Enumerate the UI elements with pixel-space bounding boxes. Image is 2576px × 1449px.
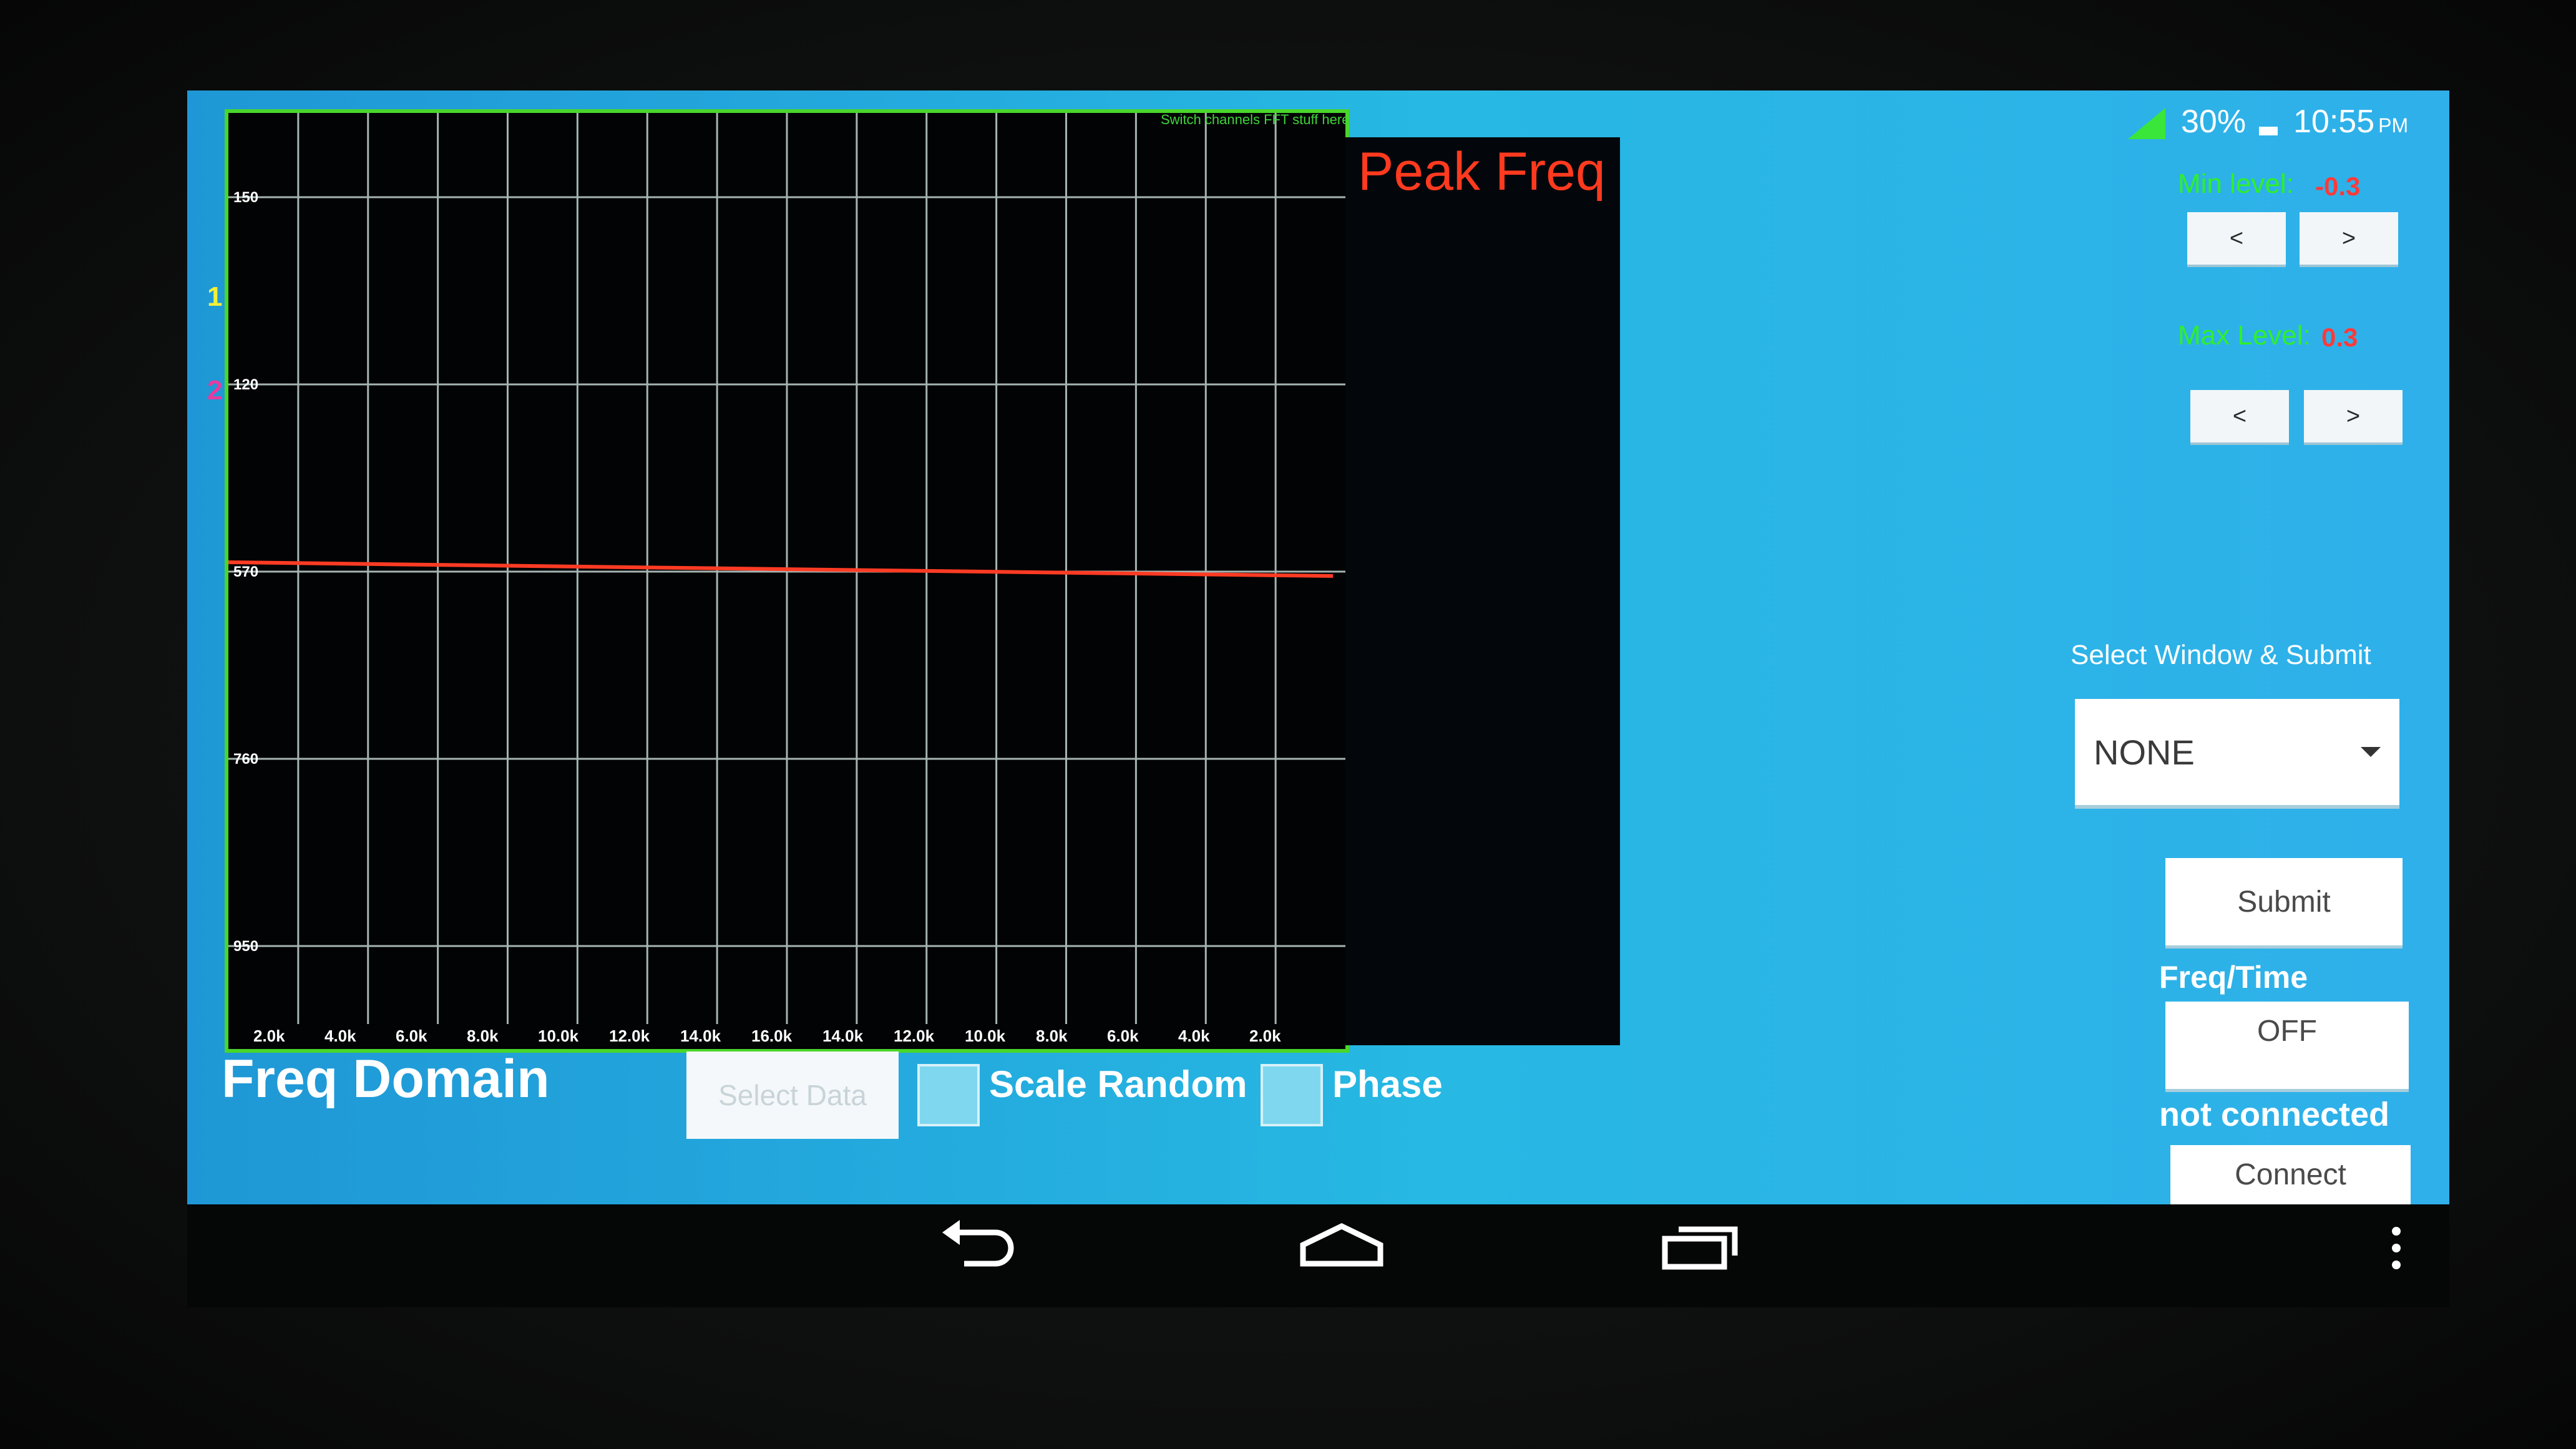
max-level-label: Max Level: <box>2178 320 2311 351</box>
graph-subtitle: Switch channels FFT stuff here <box>1161 112 1350 127</box>
x-tick-label: 14.0k <box>680 1027 721 1045</box>
clock: 10:55 PM <box>2293 104 2409 140</box>
x-tick-label: 16.0k <box>751 1027 793 1045</box>
freq-time-label: Freq/Time <box>2159 960 2308 995</box>
x-tick-label: 4.0k <box>324 1027 356 1045</box>
peak-freq-panel: Peak Freq <box>1345 137 1620 1045</box>
overflow-menu-icon[interactable] <box>2390 1226 2403 1270</box>
battery-percentage: 30% <box>2181 104 2247 140</box>
max-level-value: 0.3 <box>2321 323 2358 352</box>
min-level-label: Min level: <box>2178 168 2294 199</box>
channel-marker-2: 2 <box>207 375 223 406</box>
graph-grid: 150 120 570 760 950 2.0k 4.0k 6.0k 8.0k 10.0k 12.0… <box>228 113 1345 1045</box>
y-tick-label: 760 <box>233 751 258 768</box>
y-tick-label: 150 <box>233 189 258 206</box>
x-tick-label: 10.0k <box>965 1027 1006 1045</box>
min-level-increase-button[interactable]: > <box>2300 212 2398 265</box>
connection-status: not connected <box>2159 1096 2390 1133</box>
max-level-decrease-button[interactable]: < <box>2190 390 2289 442</box>
x-tick-label: 8.0k <box>1036 1027 1068 1045</box>
max-level-increase-button[interactable]: > <box>2304 390 2403 442</box>
channel-marker-1: 1 <box>207 281 223 312</box>
freq-time-toggle[interactable]: OFF <box>2165 1002 2409 1089</box>
x-tick-label: 6.0k <box>1107 1027 1139 1045</box>
select-window-label: Select Window & Submit <box>2071 640 2371 670</box>
navigation-bar <box>187 1204 2449 1307</box>
clock-ampm: PM <box>2378 114 2409 137</box>
peak-freq-label: Peak Freq <box>1358 142 1606 202</box>
back-icon[interactable] <box>936 1217 1017 1273</box>
y-tick-label: 950 <box>233 938 258 955</box>
chevron-down-icon <box>2361 747 2381 757</box>
x-tick-label: 10.0k <box>538 1027 579 1045</box>
y-tick-label: 120 <box>233 376 258 393</box>
window-select-value: NONE <box>2094 732 2195 772</box>
home-icon[interactable] <box>1298 1217 1385 1273</box>
min-level-decrease-button[interactable]: < <box>2187 212 2286 265</box>
x-tick-label: 6.0k <box>396 1027 427 1045</box>
scale-random-checkbox[interactable] <box>917 1064 980 1126</box>
min-level-value: -0.3 <box>2315 172 2361 201</box>
fft-graph: 150 120 570 760 950 2.0k 4.0k 6.0k 8.0k 10.0k 12.0… <box>207 109 1349 1053</box>
phase-checkbox[interactable] <box>1261 1064 1323 1126</box>
window-select-dropdown[interactable]: NONE <box>2075 699 2399 805</box>
scale-random-label: Scale Random <box>989 1063 1247 1105</box>
freq-domain-title: Freq Domain <box>222 1049 550 1109</box>
phase-label: Phase <box>1332 1063 1443 1105</box>
select-data-button[interactable]: Select Data <box>686 1051 899 1139</box>
y-tick-label: 570 <box>233 564 258 580</box>
app-screen: 30% 10:55 PM 150 120 570 760 950 2.0k 4.0k 6.0k 8… <box>187 90 2449 1204</box>
signal-trace <box>228 560 1334 578</box>
recent-apps-icon[interactable] <box>1660 1217 1741 1273</box>
x-tick-label: 12.0k <box>609 1027 650 1045</box>
battery-icon <box>2259 127 2278 135</box>
x-tick-label: 12.0k <box>894 1027 935 1045</box>
submit-button[interactable]: Submit <box>2165 858 2403 945</box>
x-tick-label: 14.0k <box>822 1027 864 1045</box>
connect-button[interactable]: Connect <box>2170 1145 2411 1204</box>
x-tick-label: 2.0k <box>253 1027 285 1045</box>
x-tick-label: 2.0k <box>1249 1027 1281 1045</box>
x-tick-label: 4.0k <box>1178 1027 1210 1045</box>
signal-icon <box>2128 108 2165 139</box>
x-tick-label: 8.0k <box>467 1027 499 1045</box>
